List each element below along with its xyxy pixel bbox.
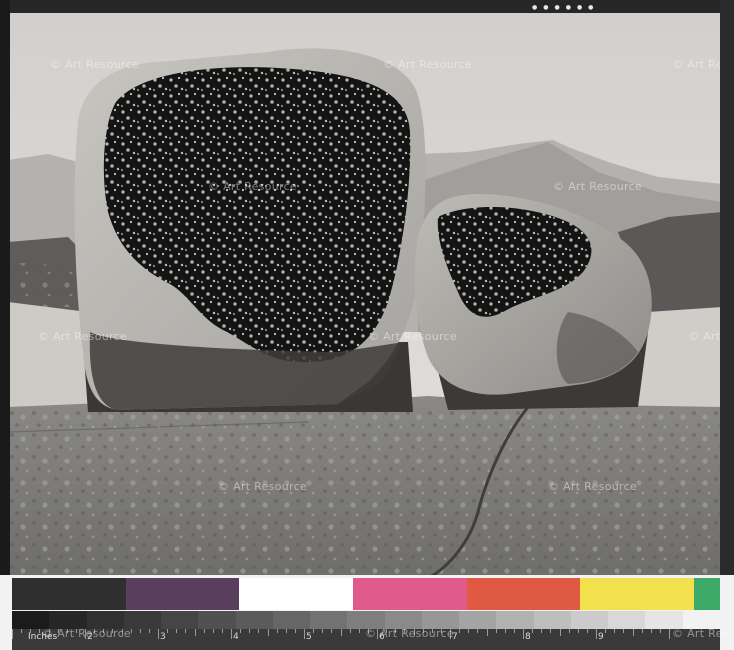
film-edge-top: ●●●●●●	[0, 0, 734, 13]
gray-step	[496, 611, 534, 629]
ruler-tick	[550, 629, 552, 633]
watermark: © Art Resource	[368, 330, 457, 343]
ruler-tick	[249, 629, 251, 633]
color-swatch-row	[12, 578, 720, 610]
ruler-tick	[577, 629, 579, 633]
gray-step	[459, 611, 497, 629]
watermark: © Art Resource	[383, 58, 472, 71]
ruler-tick	[659, 629, 661, 633]
ruler-tick	[231, 629, 232, 639]
film-edge-notches: ●●●●●●	[532, 4, 600, 11]
ruler-tick	[614, 629, 616, 633]
ruler-tick	[568, 629, 570, 633]
color-swatch	[12, 578, 126, 610]
ruler-tick	[30, 629, 32, 633]
watermark: © Art Resource	[42, 627, 131, 640]
ruler-tick	[669, 629, 670, 639]
boulders-photograph: © Art Resource © Art Resource © Art Reso…	[8, 12, 722, 578]
color-swatch	[693, 578, 720, 610]
ruler-tick	[632, 629, 634, 636]
watermark: © Art Resource	[38, 330, 127, 343]
ruler-tick	[495, 629, 497, 633]
ruler-number: 3	[160, 632, 166, 642]
color-swatch	[352, 578, 467, 610]
ruler-tick	[313, 629, 315, 633]
color-swatch	[580, 578, 694, 610]
watermark: © Art Resource	[208, 180, 297, 193]
ruler-tick	[203, 629, 205, 633]
color-swatch	[466, 578, 581, 610]
ruler-tick	[240, 629, 242, 633]
ruler-tick	[148, 629, 150, 633]
ruler-tick	[605, 629, 607, 633]
ruler-tick	[459, 629, 461, 633]
ruler-tick	[139, 629, 141, 633]
ruler-tick	[258, 629, 260, 633]
gray-step	[161, 611, 199, 629]
ruler-tick	[167, 629, 169, 633]
ruler-tick	[21, 629, 23, 633]
ruler-tick	[276, 629, 278, 633]
gray-step	[608, 611, 646, 629]
ruler-tick	[39, 629, 41, 633]
ruler-tick	[586, 629, 588, 633]
ruler-tick	[322, 629, 324, 633]
watermark: © Art Resource	[50, 58, 139, 71]
ruler-tick	[194, 629, 196, 636]
watermark: © Art Resource	[365, 627, 454, 640]
ruler-tick	[331, 629, 333, 633]
ruler-tick	[513, 629, 515, 633]
ruler-tick	[596, 629, 597, 639]
ruler-tick	[12, 629, 13, 639]
ruler-tick	[504, 629, 506, 633]
ruler-tick	[477, 629, 479, 633]
ruler-tick	[623, 629, 625, 633]
ruler-tick	[559, 629, 561, 636]
ruler-tick	[650, 629, 652, 633]
ruler-tick	[340, 629, 342, 636]
watermark: © Art Resource	[688, 330, 722, 343]
ruler-number: 4	[233, 632, 239, 642]
gray-step	[272, 611, 310, 629]
ruler-tick	[641, 629, 643, 633]
film-edge-right	[720, 0, 734, 575]
watermark: © Art Resource	[548, 480, 637, 493]
gray-step	[533, 611, 571, 629]
ruler-tick	[212, 629, 214, 633]
ruler-tick	[523, 629, 524, 639]
ruler-number: 9	[598, 632, 604, 642]
watermark: © Art Resource	[553, 180, 642, 193]
gray-step	[310, 611, 348, 629]
watermark: © Art Resource	[218, 480, 307, 493]
ruler-tick	[185, 629, 187, 633]
color-swatch	[125, 578, 240, 610]
ruler-tick	[468, 629, 470, 633]
ruler-tick	[285, 629, 287, 633]
ruler-tick	[294, 629, 296, 633]
ruler-tick	[486, 629, 488, 636]
ruler-tick	[358, 629, 360, 633]
ruler-tick	[532, 629, 534, 633]
ruler-tick	[176, 629, 178, 633]
color-calibration-strip: Inches 23456789 © Art Resource © Art Res…	[0, 575, 734, 650]
gray-step	[235, 611, 273, 629]
ruler-tick	[304, 629, 305, 639]
film-edge-left	[0, 0, 10, 575]
ruler-number: 8	[525, 632, 531, 642]
gray-step	[198, 611, 236, 629]
scan-page: © Art Resource © Art Resource © Art Reso…	[0, 0, 734, 650]
ruler-tick	[221, 629, 223, 633]
ruler-number: 5	[306, 632, 312, 642]
ruler-tick	[541, 629, 543, 633]
ruler-tick	[349, 629, 351, 633]
watermark: © Art Resource	[672, 58, 722, 71]
color-swatch	[239, 578, 353, 610]
ruler-tick	[158, 629, 159, 639]
ruler-tick	[267, 629, 269, 636]
gray-step	[570, 611, 608, 629]
watermark: © Art Resource	[672, 627, 734, 640]
